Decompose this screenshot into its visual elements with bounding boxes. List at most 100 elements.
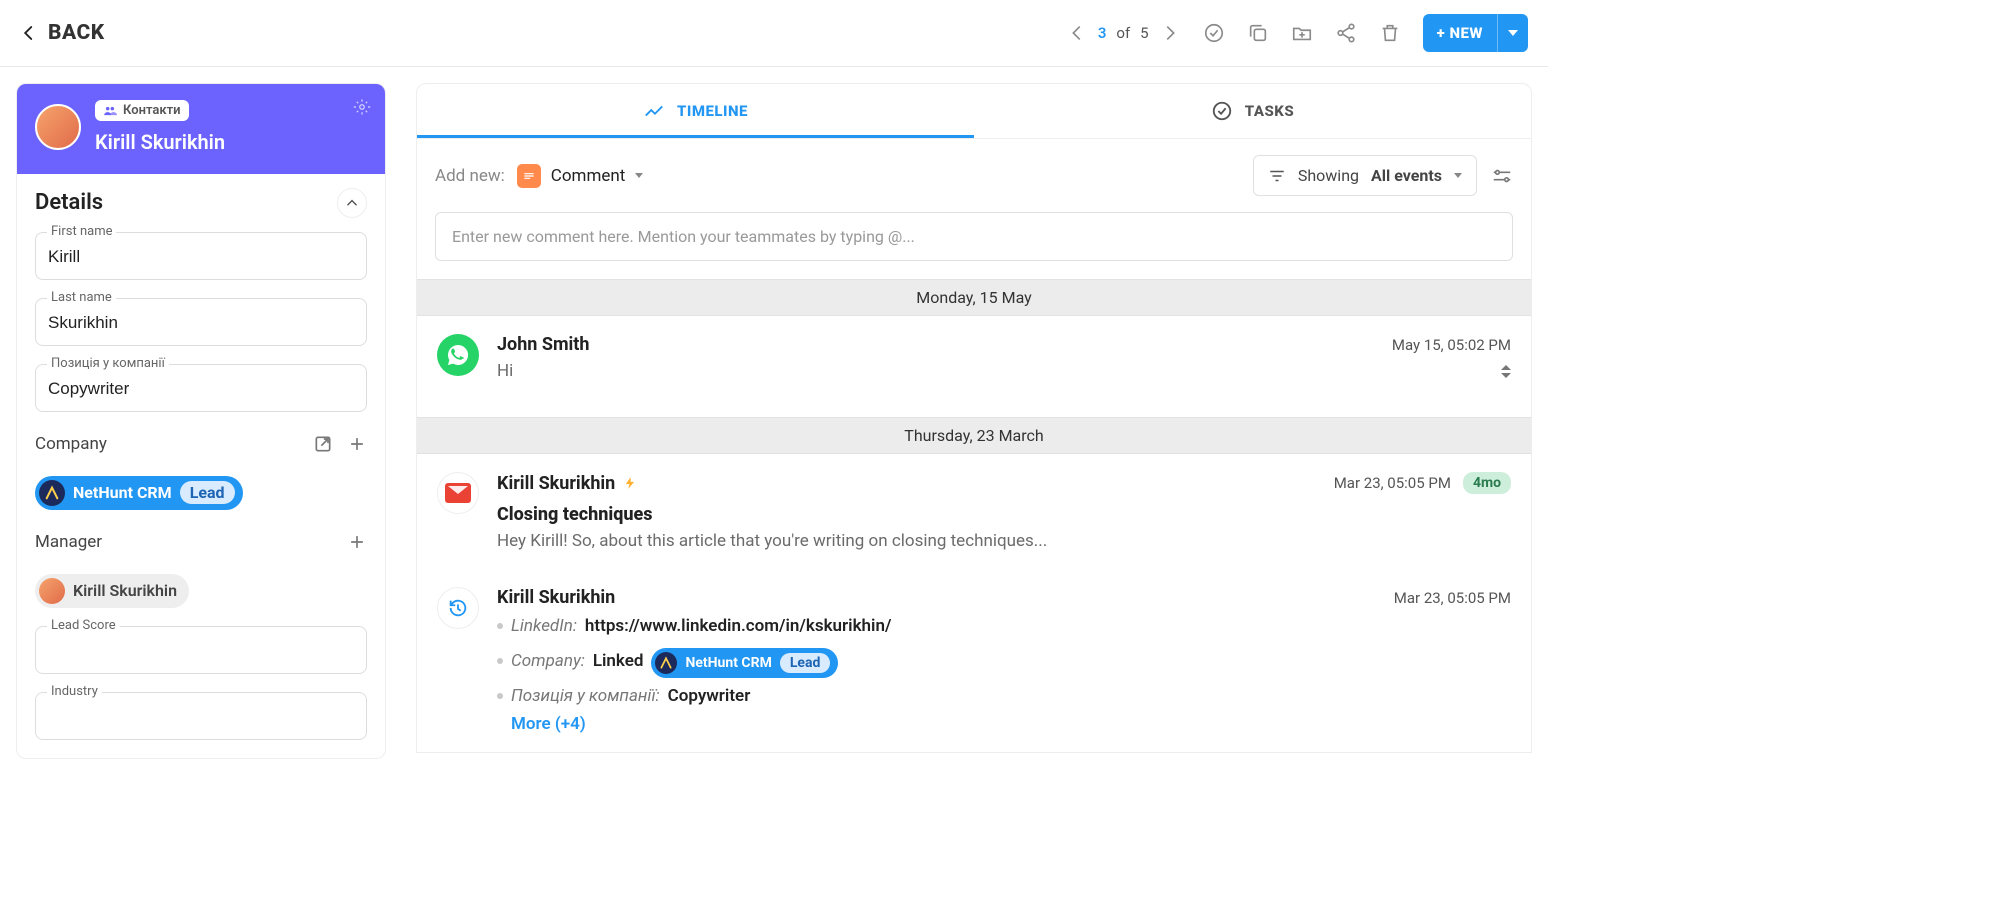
delete-icon[interactable]: [1379, 22, 1401, 44]
topbar: BACK 3 of 5 + NEW: [0, 0, 1548, 67]
move-folder-icon[interactable]: [1291, 22, 1313, 44]
entry-time: Mar 23, 05:05 PM: [1334, 474, 1451, 492]
filter-icon: [1268, 167, 1286, 185]
chevron-down-icon: [635, 173, 643, 178]
manager-name: Kirill Skurikhin: [73, 581, 177, 600]
manager-group-head: Manager: [35, 532, 367, 552]
company-name: NetHunt CRM: [73, 483, 172, 502]
comment-input[interactable]: Enter new comment here. Mention your tea…: [435, 212, 1513, 261]
pager-of: of: [1116, 24, 1130, 42]
position-field: Позиція у компанії: [35, 364, 367, 412]
first-name-field: First name: [35, 232, 367, 280]
new-button[interactable]: + NEW: [1423, 14, 1528, 52]
tab-timeline[interactable]: TIMELINE: [417, 84, 974, 138]
pager-current: 3: [1098, 24, 1107, 42]
date-separator: Monday, 15 May: [417, 279, 1531, 316]
position-input[interactable]: [35, 364, 367, 412]
timeline-icon: [643, 100, 665, 122]
add-comment-label: Comment: [551, 166, 626, 186]
back-label: BACK: [48, 21, 105, 45]
details-title: Details: [35, 190, 103, 215]
manager-avatar: [39, 578, 65, 604]
last-name-input[interactable]: [35, 298, 367, 346]
expand-toggle[interactable]: [1501, 365, 1511, 378]
filter-showing: Showing: [1298, 166, 1359, 185]
events-filter[interactable]: Showing All events: [1253, 155, 1477, 196]
filter-value: All events: [1371, 166, 1442, 185]
last-name-label: Last name: [47, 290, 116, 305]
open-external-icon[interactable]: [313, 434, 333, 454]
timeline-entry-email: Kirill Skurikhin Mar 23, 05:05 PM 4mo Cl…: [417, 454, 1531, 569]
tab-tasks[interactable]: TASKS: [974, 84, 1531, 138]
add-new-label: Add new:: [435, 166, 505, 186]
back-button[interactable]: BACK: [20, 21, 105, 45]
contact-avatar: [35, 104, 81, 150]
industry-label: Industry: [47, 684, 102, 699]
timeline-entry-whatsapp: John Smith May 15, 05:02 PM Hi: [417, 316, 1531, 399]
entry-time: Mar 23, 05:05 PM: [1394, 589, 1511, 607]
folder-name: Контакти: [123, 103, 181, 118]
chevron-up-icon: [345, 196, 359, 210]
industry-input[interactable]: [35, 692, 367, 740]
change-row: Позиція у компанії: Copywriter: [497, 686, 1511, 706]
main-panel: TIMELINE TASKS Add new: Comment Showing: [416, 83, 1532, 753]
pager-prev[interactable]: [1066, 22, 1088, 44]
nethunt-icon: [655, 652, 677, 674]
entry-author: John Smith: [497, 334, 589, 355]
add-comment-chip[interactable]: Comment: [517, 164, 644, 188]
pager-next[interactable]: [1159, 22, 1181, 44]
main-tabs: TIMELINE TASKS: [417, 84, 1531, 139]
bolt-icon: [623, 474, 637, 492]
entry-time: May 15, 05:02 PM: [1392, 336, 1511, 354]
more-changes-link[interactable]: More (+4): [511, 714, 586, 734]
new-button-label[interactable]: + NEW: [1423, 14, 1497, 52]
manager-label: Manager: [35, 532, 102, 552]
email-icon: [437, 472, 479, 514]
first-name-input[interactable]: [35, 232, 367, 280]
contact-settings-icon[interactable]: [353, 98, 371, 120]
position-label: Позиція у компанії: [47, 356, 169, 371]
mark-done-icon[interactable]: [1203, 22, 1225, 44]
lead-score-field: Lead Score: [35, 626, 367, 674]
add-manager-icon[interactable]: [347, 532, 367, 552]
date-separator: Thursday, 23 March: [417, 417, 1531, 454]
pager-total: 5: [1140, 24, 1148, 42]
company-tag: Lead: [180, 481, 235, 504]
company-label: Company: [35, 434, 107, 454]
contact-name: Kirill Skurikhin: [95, 130, 225, 154]
entry-subject: Closing techniques: [497, 504, 1511, 525]
copy-icon[interactable]: [1247, 22, 1269, 44]
last-name-field: Last name: [35, 298, 367, 346]
new-button-dropdown[interactable]: [1497, 14, 1528, 52]
header-tools: 3 of 5 + NEW: [1066, 14, 1528, 52]
entry-age-badge: 4mo: [1463, 472, 1511, 494]
entry-snippet: Hey Kirill! So, about this article that …: [497, 531, 1511, 551]
company-group-head: Company: [35, 434, 367, 454]
details-collapse[interactable]: [337, 188, 367, 218]
whatsapp-icon: [437, 334, 479, 376]
add-new: Add new: Comment: [435, 164, 643, 188]
company-pill[interactable]: NetHunt CRM Lead: [35, 476, 243, 510]
comment-icon: [517, 164, 541, 188]
tasks-icon: [1211, 100, 1233, 122]
arrow-left-icon: [20, 24, 38, 42]
change-row: Company: Linked NetHunt CRM Lead: [497, 644, 1511, 678]
contact-header: Контакти Kirill Skurikhin: [17, 84, 385, 174]
lead-score-label: Lead Score: [47, 618, 120, 633]
entry-text: Hi: [497, 361, 513, 381]
timeline-settings-icon[interactable]: [1491, 165, 1513, 187]
contact-sidebar: Контакти Kirill Skurikhin Details First …: [16, 83, 386, 759]
entry-author: Kirill Skurikhin: [497, 587, 615, 608]
contacts-folder-icon: [103, 104, 117, 118]
lead-score-input[interactable]: [35, 626, 367, 674]
share-icon[interactable]: [1335, 22, 1357, 44]
chevron-down-icon: [1454, 173, 1462, 178]
add-company-icon[interactable]: [347, 434, 367, 454]
record-pager: 3 of 5: [1066, 22, 1181, 44]
timeline-entry-changes: Kirill Skurikhin Mar 23, 05:05 PM Linked…: [417, 569, 1531, 752]
company-pill[interactable]: NetHunt CRM Lead: [651, 648, 838, 678]
entry-author: Kirill Skurikhin: [497, 473, 615, 494]
manager-pill[interactable]: Kirill Skurikhin: [35, 574, 189, 608]
folder-pill[interactable]: Контакти: [95, 100, 189, 121]
nethunt-icon: [39, 480, 65, 506]
